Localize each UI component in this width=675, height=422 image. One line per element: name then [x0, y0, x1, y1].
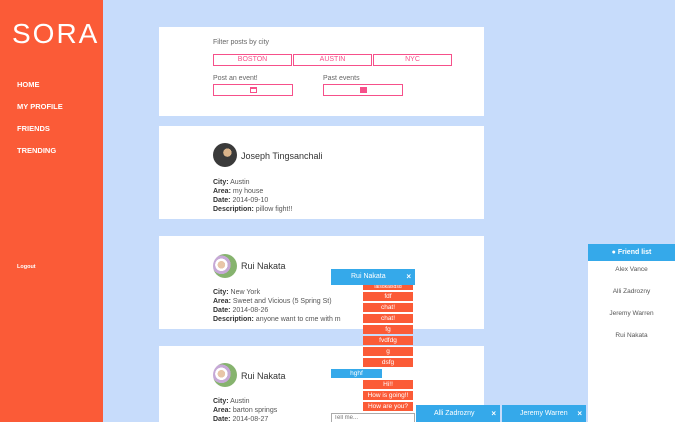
- chat-message-received: chat!: [363, 303, 413, 312]
- chat-message-received: chat!: [363, 314, 413, 323]
- chat-close-icon[interactable]: ×: [406, 269, 411, 285]
- city-button-austin[interactable]: AUSTIN: [293, 54, 372, 66]
- chat-message-received: g: [363, 347, 413, 356]
- chat-message-received: How are you?: [363, 402, 413, 411]
- post-card: Joseph Tingsanchali City: Austin Area: m…: [159, 126, 484, 219]
- date-value: 2014-09-10: [232, 197, 269, 204]
- post-author[interactable]: Rui Nakata: [241, 371, 286, 381]
- sidebar-item-my-profile[interactable]: MY PROFILE: [17, 102, 63, 124]
- filter-card: Filter posts by city BOSTON AUSTIN NYC P…: [159, 27, 484, 116]
- area-label: Area:: [213, 407, 231, 414]
- calendar-icon: [250, 87, 257, 93]
- post-date: Date: 2014-08-26: [213, 307, 268, 314]
- app-logo[interactable]: SORA: [12, 18, 99, 50]
- area-value: barton springs: [232, 407, 278, 414]
- avatar[interactable]: [213, 143, 237, 167]
- friend-list-title: Friend list: [617, 249, 652, 256]
- sidebar-item-trending[interactable]: TRENDING: [17, 146, 63, 168]
- post-author[interactable]: Joseph Tingsanchali: [241, 151, 323, 161]
- post-date: Date: 2014-08-27: [213, 416, 268, 422]
- chat-message-sent: hghf: [331, 369, 382, 378]
- post-city: City: Austin: [213, 398, 250, 405]
- post-author[interactable]: Rui Nakata: [241, 261, 286, 271]
- description-label: Description:: [213, 206, 254, 213]
- chat-tab-alli-zadrozny[interactable]: Alli Zadrozny ×: [416, 405, 500, 422]
- date-value: 2014-08-27: [232, 416, 269, 422]
- city-button-boston[interactable]: BOSTON: [213, 54, 292, 66]
- past-events-label: Past events: [323, 75, 360, 82]
- date-label: Date:: [213, 197, 231, 204]
- area-label: Area:: [213, 188, 231, 195]
- close-icon[interactable]: ×: [577, 405, 582, 422]
- city-value: Austin: [230, 398, 250, 405]
- sidebar-item-friends[interactable]: FRIENDS: [17, 124, 63, 146]
- city-label: City:: [213, 398, 229, 405]
- chat-message-received: fg: [363, 325, 413, 334]
- city-button-nyc[interactable]: NYC: [373, 54, 452, 66]
- close-icon[interactable]: ×: [491, 405, 496, 422]
- past-events-button[interactable]: [323, 84, 403, 96]
- chat-message-received: fvdfdg: [363, 336, 413, 345]
- description-value: pillow fight!!: [255, 206, 293, 213]
- sidebar: SORA HOME MY PROFILE FRIENDS TRENDING Lo…: [0, 0, 103, 422]
- friend-item[interactable]: Alli Zadrozny: [588, 283, 675, 305]
- post-city: City: Austin: [213, 179, 250, 186]
- description-value: anyone want to cme with m: [255, 316, 341, 323]
- chat-message-received: Hi!!: [363, 380, 413, 389]
- city-value: New York: [230, 289, 261, 296]
- area-label: Area:: [213, 298, 231, 305]
- date-value: 2014-08-26: [232, 307, 269, 314]
- filter-label: Filter posts by city: [213, 39, 270, 46]
- chat-title: Rui Nakata: [351, 273, 386, 280]
- description-label: Description:: [213, 316, 254, 323]
- post-event-label: Post an event!: [213, 75, 258, 82]
- sidebar-item-home[interactable]: HOME: [17, 80, 63, 102]
- date-label: Date:: [213, 307, 231, 314]
- post-description: Description: anyone want to cme with m: [213, 316, 341, 323]
- chat-message-received: lalsdkalsdsd: [363, 285, 413, 290]
- chat-tab-name: Alli Zadrozny: [434, 410, 475, 417]
- friend-item[interactable]: Alex Vance: [588, 261, 675, 283]
- sidebar-nav: HOME MY PROFILE FRIENDS TRENDING: [17, 80, 63, 168]
- chat-tab-jeremy-warren[interactable]: Jeremy Warren ×: [502, 405, 586, 422]
- friend-list-panel: ● Friend list Alex Vance Alli Zadrozny J…: [588, 244, 675, 422]
- friend-item[interactable]: Jeremy Warren: [588, 305, 675, 327]
- avatar[interactable]: [213, 254, 237, 278]
- post-card: Rui Nakata City: New York Area: Sweet an…: [159, 236, 484, 329]
- city-value: Austin: [230, 179, 250, 186]
- post-description: Description: pillow fight!!: [213, 206, 292, 213]
- chat-message-input[interactable]: [331, 413, 415, 422]
- date-label: Date:: [213, 416, 231, 422]
- calendar-filled-icon: [360, 87, 367, 93]
- chat-message-received: fdf: [363, 292, 413, 301]
- friend-list-header[interactable]: ● Friend list: [588, 244, 675, 261]
- chat-message-received: dsfg: [363, 358, 413, 367]
- post-area: Area: my house: [213, 188, 263, 195]
- city-label: City:: [213, 179, 229, 186]
- user-icon: ●: [611, 249, 616, 256]
- post-event-button[interactable]: [213, 84, 293, 96]
- post-city: City: New York: [213, 289, 260, 296]
- friend-item[interactable]: Rui Nakata: [588, 327, 675, 349]
- area-value: my house: [232, 188, 264, 195]
- chat-header[interactable]: Rui Nakata ×: [331, 269, 415, 285]
- logout-link[interactable]: Logout: [17, 264, 36, 270]
- avatar[interactable]: [213, 363, 237, 387]
- area-value: Sweet and Vicious (5 Spring St): [232, 298, 332, 305]
- post-area: Area: Sweet and Vicious (5 Spring St): [213, 298, 332, 305]
- post-area: Area: barton springs: [213, 407, 277, 414]
- city-label: City:: [213, 289, 229, 296]
- post-date: Date: 2014-09-10: [213, 197, 268, 204]
- chat-message-received: How is going!!: [363, 391, 413, 400]
- chat-tab-name: Jeremy Warren: [520, 410, 568, 417]
